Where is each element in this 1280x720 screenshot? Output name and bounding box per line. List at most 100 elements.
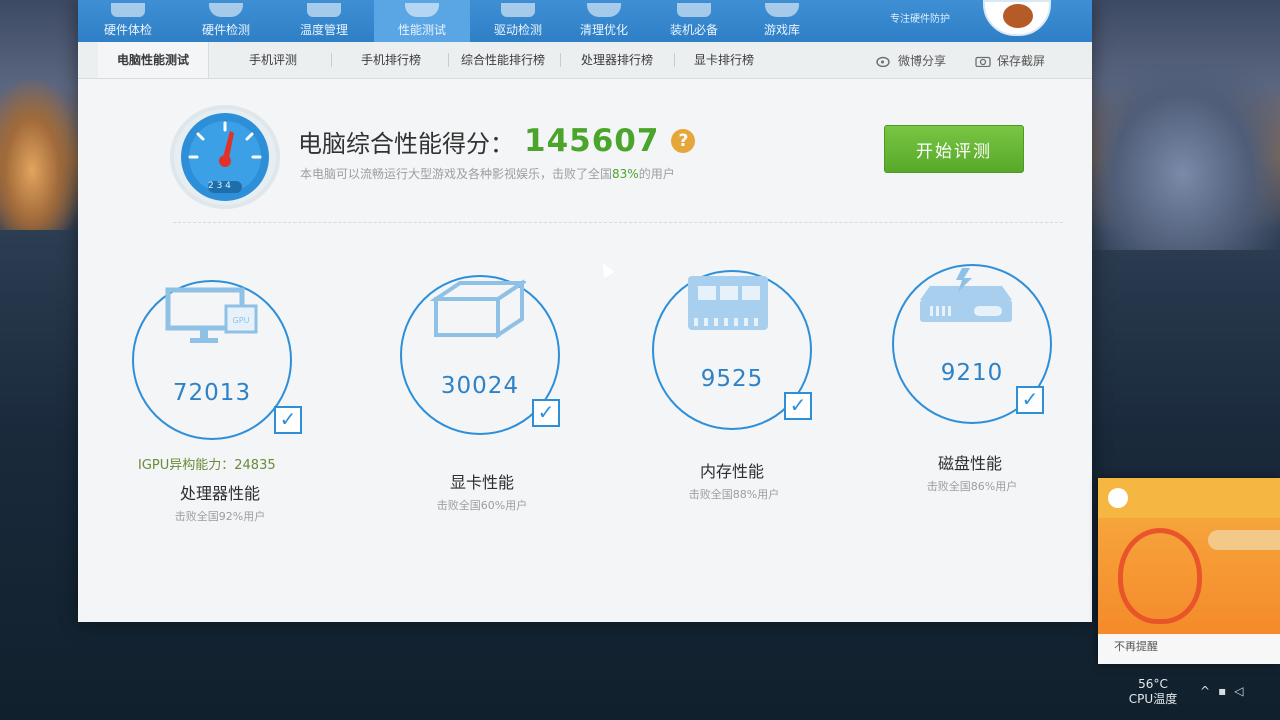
overall-score-value: 145607: [524, 123, 660, 159]
speaker-icon[interactable]: ◁: [1234, 684, 1251, 698]
save-screenshot-label: 保存截屏: [997, 54, 1046, 68]
metric-name: 磁盘性能: [937, 454, 1002, 473]
notification-body: [1098, 518, 1280, 634]
flame-icon: [1118, 528, 1202, 624]
gauge-label: 2 3 4: [208, 181, 231, 191]
metric-memory: 9525 ✓ 内存性能 击败全国88%用户: [650, 270, 870, 550]
app-window: 硬件体检 硬件检测 温度管理 性能测试 驱动检测 清理优化 装机必备 游戏库 专…: [78, 0, 1092, 622]
brand-slogan: 专注硬件防护: [890, 14, 950, 25]
notification-pill: [1208, 530, 1280, 550]
tab-pc-performance[interactable]: 电脑性能测试: [98, 42, 209, 78]
cpu-temperature-notification: 不再提醒: [1098, 478, 1280, 664]
score-desc-text: 本电脑可以流畅运行大型游戏及各种影视娱乐，击败了全国: [300, 167, 613, 181]
metric-disk: 9210 ✓ 磁盘性能 击败全国86%用户: [890, 264, 1110, 544]
nav-item-essential-software[interactable]: 装机必备: [646, 0, 742, 42]
metric-beat-percent: 击败全国86%用户: [926, 480, 1018, 493]
memory-chip-icon: [688, 276, 768, 330]
score-desc-suffix: 的用户: [638, 167, 675, 181]
taskbar-cpu-temperature[interactable]: 56°C CPU温度: [1123, 677, 1183, 707]
nav-item-temperature[interactable]: 温度管理: [276, 0, 372, 42]
metric-beat-percent: 击败全国88%用户: [688, 488, 780, 501]
help-icon[interactable]: ?: [671, 129, 696, 153]
weibo-share-button[interactable]: 微博分享: [876, 52, 946, 69]
metric-score: 72013: [172, 380, 252, 406]
desktop-wallpaper-left: [0, 80, 80, 230]
checkmark-icon: ✓: [532, 399, 560, 427]
camera-icon: [975, 56, 991, 67]
weibo-icon: [876, 56, 890, 67]
checkmark-icon: ✓: [784, 392, 812, 420]
tab-cpu-ranking[interactable]: 处理器排行榜: [562, 42, 672, 78]
tray-app-icon[interactable]: ▪: [1218, 684, 1234, 698]
chevron-up-icon[interactable]: ^: [1200, 684, 1218, 698]
metric-score: 30024: [440, 373, 520, 399]
nav-label: 驱动检测: [493, 23, 542, 37]
metric-name: 内存性能: [699, 462, 764, 481]
score-description: 本电脑可以流畅运行大型游戏及各种影视娱乐，击败了全国83%的用户: [300, 165, 675, 182]
gauge-icon: [405, 3, 439, 17]
thermometer-icon: [307, 3, 341, 17]
nav-item-cleanup[interactable]: 清理优化: [556, 0, 652, 42]
nav-label: 硬件体检: [103, 23, 152, 37]
metric-score: 9525: [700, 366, 764, 392]
checkmark-icon: ✓: [1016, 386, 1044, 414]
gamepad-icon: [765, 3, 799, 17]
nav-label: 性能测试: [397, 23, 446, 37]
tab-overall-ranking[interactable]: 综合性能排行榜: [450, 42, 556, 78]
nav-item-hardware-checkup[interactable]: 硬件体检: [80, 0, 176, 42]
broom-icon: [587, 3, 621, 17]
notification-header: [1098, 478, 1280, 518]
top-nav: 硬件体检 硬件检测 温度管理 性能测试 驱动检测 清理优化 装机必备 游戏库 专…: [78, 0, 1092, 42]
tab-separator: [448, 53, 449, 67]
tab-separator: [331, 53, 332, 67]
disk-drive-icon: [920, 268, 1012, 322]
tab-separator: [560, 53, 561, 67]
overall-score-title: 电脑综合性能得分：: [298, 129, 514, 158]
cpu-temp-label: CPU温度: [1128, 692, 1178, 706]
nav-label: 清理优化: [579, 23, 628, 37]
system-tray[interactable]: ^▪◁: [1200, 684, 1251, 698]
tab-gpu-ranking[interactable]: 显卡排行榜: [676, 42, 772, 78]
tab-phone-review[interactable]: 手机评测: [218, 42, 328, 78]
tab-phone-ranking[interactable]: 手机排行榜: [336, 42, 446, 78]
driver-icon: [501, 3, 535, 17]
cpu-temp-value: 56°C: [1138, 677, 1168, 691]
nav-item-game-library[interactable]: 游戏库: [734, 0, 830, 42]
metric-cpu: GPU 72013 ✓ IGPU异构能力：24835 处理器性能 击败全国92%…: [130, 280, 350, 560]
monitor-icon: GPU: [165, 287, 258, 343]
nav-label: 硬件检测: [201, 23, 250, 37]
notification-avatar: [1108, 488, 1128, 508]
metric-score: 9210: [940, 360, 1004, 386]
dismiss-reminder-link[interactable]: 不再提醒: [1114, 638, 1158, 654]
sub-nav: 电脑性能测试 手机评测 手机排行榜 综合性能排行榜 处理器排行榜 显卡排行榜 微…: [78, 42, 1092, 79]
weibo-share-label: 微博分享: [898, 54, 947, 68]
metric-beat-percent: 击败全国60%用户: [436, 499, 528, 512]
tab-separator: [674, 53, 675, 67]
nav-item-performance-test[interactable]: 性能测试: [374, 0, 470, 42]
desktop-wallpaper-right: [1085, 60, 1280, 250]
nav-item-hardware-detect[interactable]: 硬件检测: [178, 0, 274, 42]
metric-name: 显卡性能: [449, 473, 514, 492]
nav-label: 温度管理: [299, 23, 348, 37]
score-desc-percent: 83%: [612, 167, 639, 181]
metric-beat-percent: 击败全国92%用户: [174, 510, 266, 523]
nav-label: 游戏库: [763, 23, 800, 37]
monitor-icon: [111, 3, 145, 17]
metric-gpu: 30024 ✓ 显卡性能 击败全国60%用户: [398, 275, 618, 555]
chip-icon: [209, 3, 243, 17]
avatar-face-icon: [1003, 4, 1033, 28]
nav-item-driver-detect[interactable]: 驱动检测: [470, 0, 566, 42]
performance-gauge: 2 3 4: [170, 105, 280, 209]
checkmark-icon: ✓: [274, 406, 302, 434]
metric-name: 处理器性能: [179, 484, 260, 503]
avatar[interactable]: [983, 0, 1051, 36]
svg-text:GPU: GPU: [233, 316, 250, 325]
save-screenshot-button[interactable]: 保存截屏: [975, 52, 1045, 69]
package-icon: [677, 3, 711, 17]
gpu-box-icon: [430, 279, 526, 339]
nav-label: 装机必备: [669, 23, 718, 37]
section-divider: [173, 222, 1063, 224]
igpu-score: IGPU异构能力：24835: [138, 458, 276, 473]
start-benchmark-button[interactable]: 开始评测: [884, 125, 1024, 173]
overall-score: 电脑综合性能得分： 145607 ?: [298, 123, 696, 159]
